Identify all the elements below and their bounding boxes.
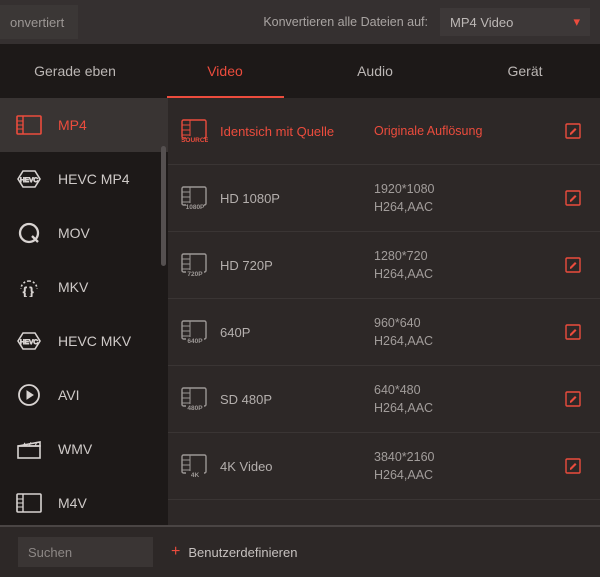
film-icon (16, 114, 42, 136)
svg-text:480P: 480P (187, 405, 203, 412)
preset-details: 960*640H264,AAC (374, 314, 550, 350)
edit-icon[interactable] (562, 256, 584, 274)
hevc-icon: HEVC (16, 330, 42, 352)
preset-thumb-icon: 480P (180, 385, 208, 413)
custom-label: Benutzerdefinieren (188, 545, 297, 560)
preset-details: 1280*720H264,AAC (374, 247, 550, 283)
edit-icon[interactable] (562, 390, 584, 408)
preset-title: HD 720P (220, 258, 362, 273)
tab-label: Audio (357, 63, 393, 79)
custom-preset-button[interactable]: + Benutzerdefinieren (171, 544, 297, 560)
mkv-icon: { } (16, 276, 42, 298)
tab-label: Gerade eben (34, 63, 116, 79)
svg-text:HEVC: HEVC (20, 177, 38, 184)
q-icon (16, 222, 42, 244)
preset-title: Identsich mit Quelle (220, 124, 362, 139)
play-icon (16, 384, 42, 406)
preset-list: SOURCE Identsich mit Quelle Originale Auf… (168, 98, 600, 525)
hevc-icon: HEVC (16, 168, 42, 190)
format-item-hevc-mkv[interactable]: HEVC HEVC MKV (0, 314, 168, 368)
preset-title: HD 1080P (220, 191, 362, 206)
edit-icon[interactable] (562, 189, 584, 207)
svg-text:4K: 4K (191, 472, 200, 479)
search-placeholder: Suchen (28, 545, 72, 560)
search-input[interactable]: Suchen (18, 537, 153, 567)
format-item-mkv[interactable]: { } MKV (0, 260, 168, 314)
format-label: HEVC MP4 (58, 171, 130, 187)
edit-icon[interactable] (562, 323, 584, 341)
format-sidebar: MP4 HEVC HEVC MP4 MOV { } MKV HEVC HEVC MKV AVI W… (0, 98, 168, 525)
preset-row-480p[interactable]: 480P SD 480P 640*480H264,AAC (168, 366, 600, 433)
format-item-mov[interactable]: MOV (0, 206, 168, 260)
preset-thumb-icon: 720P (180, 251, 208, 279)
format-item-wmv[interactable]: WMV (0, 422, 168, 476)
preset-row-source[interactable]: SOURCE Identsich mit Quelle Originale Auf… (168, 98, 600, 165)
svg-text:1080P: 1080P (186, 204, 205, 211)
format-item-mp4[interactable]: MP4 (0, 98, 168, 152)
edit-icon[interactable] (562, 457, 584, 475)
tab-recent[interactable]: Gerade eben (0, 44, 150, 98)
target-format-value: MP4 Video (450, 15, 513, 30)
format-item-m4v[interactable]: M4V (0, 476, 168, 525)
preset-thumb-icon: 4K (180, 452, 208, 480)
preset-details: 1920*1080H264,AAC (374, 180, 550, 216)
preset-details: 3840*2160H264,AAC (374, 448, 550, 484)
svg-text:720P: 720P (187, 271, 203, 278)
preset-row-640p[interactable]: 640P 640P 960*640H264,AAC (168, 299, 600, 366)
edit-icon[interactable] (562, 122, 584, 140)
target-format-select[interactable]: MP4 Video ▾ (440, 8, 590, 36)
tab-label: Video (207, 63, 243, 79)
tab-device[interactable]: Gerät (450, 44, 600, 98)
preset-thumb-icon: 640P (180, 318, 208, 346)
tab-video[interactable]: Video (150, 44, 300, 98)
convert-all-label: Konvertieren alle Dateien auf: (263, 15, 428, 29)
tab-label: Gerät (507, 63, 542, 79)
format-label: MKV (58, 279, 88, 295)
preset-row-720p[interactable]: 720P HD 720P 1280*720H264,AAC (168, 232, 600, 299)
preset-row-1080p[interactable]: 1080P HD 1080P 1920*1080H264,AAC (168, 165, 600, 232)
format-label: WMV (58, 441, 92, 457)
format-item-hevc-mp4[interactable]: HEVC HEVC MP4 (0, 152, 168, 206)
film-icon (16, 492, 42, 514)
svg-text:SOURCE: SOURCE (181, 137, 208, 144)
preset-row-4k[interactable]: 4K 4K Video 3840*2160H264,AAC (168, 433, 600, 500)
format-item-avi[interactable]: AVI (0, 368, 168, 422)
preset-thumb-icon: 1080P (180, 184, 208, 212)
converted-button[interactable]: onvertiert (0, 5, 78, 39)
format-label: MOV (58, 225, 90, 241)
sidebar-scrollbar[interactable] (161, 146, 166, 266)
svg-text:{ }: { } (23, 286, 34, 297)
preset-thumb-icon: SOURCE (180, 117, 208, 145)
preset-details: Originale Auflösung (374, 122, 550, 140)
format-label: HEVC MKV (58, 333, 131, 349)
preset-title: 4K Video (220, 459, 362, 474)
preset-details: 640*480H264,AAC (374, 381, 550, 417)
format-label: MP4 (58, 117, 87, 133)
svg-text:HEVC: HEVC (20, 339, 38, 346)
format-label: M4V (58, 495, 87, 511)
plus-icon: + (171, 544, 180, 560)
clap-icon (16, 438, 42, 460)
preset-title: SD 480P (220, 392, 362, 407)
tab-audio[interactable]: Audio (300, 44, 450, 98)
preset-title: 640P (220, 325, 362, 340)
converted-label: onvertiert (10, 15, 64, 30)
format-label: AVI (58, 387, 80, 403)
svg-text:640P: 640P (187, 338, 203, 345)
chevron-down-icon: ▾ (573, 14, 580, 30)
